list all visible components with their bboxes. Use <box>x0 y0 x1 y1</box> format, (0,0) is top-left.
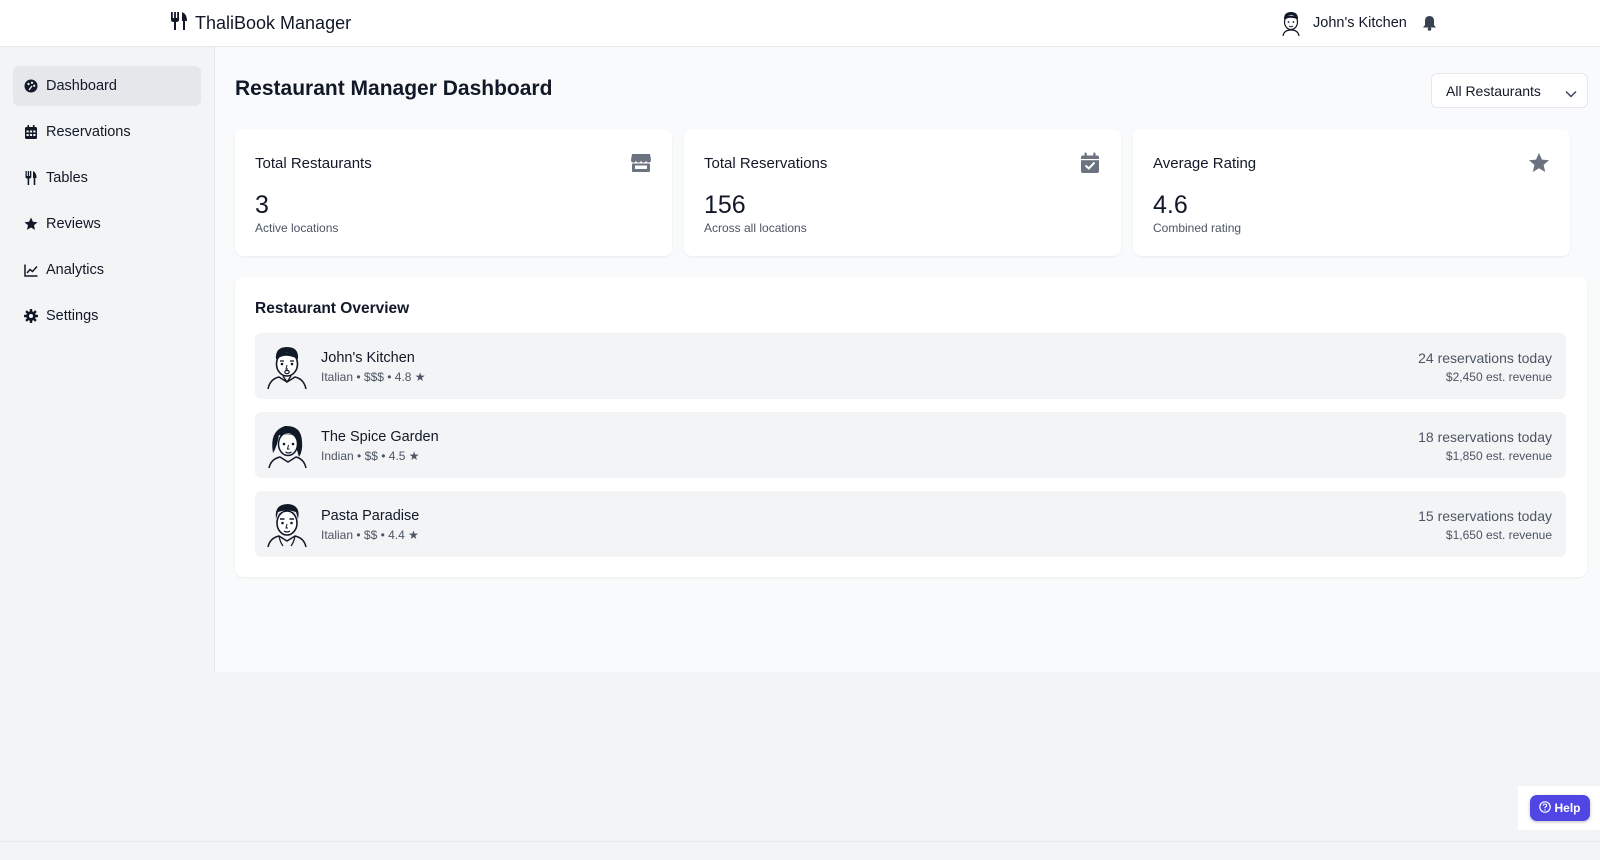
restaurant-row-pasta-paradise[interactable]: Pasta Paradise Italian • $$ • 4.4 ★ 15 r… <box>255 491 1566 557</box>
reservations-today: 18 reservations today <box>1418 429 1552 445</box>
restaurant-overview-panel: Restaurant Overview John's Kitchen Itali… <box>235 277 1587 577</box>
app-title: ThaliBook Manager <box>195 13 352 33</box>
woman-avatar <box>268 425 307 469</box>
restaurant-row-the-spice-garden[interactable]: The Spice Garden Indian • $$ • 4.5 ★ 18 … <box>255 412 1566 478</box>
stat-card-average-rating: Average Rating 4.6 Combined rating <box>1133 129 1570 256</box>
restaurant-meta: Italian • $$ • 4.4 ★ <box>321 528 419 542</box>
top-header: ThaliBook Manager John's Kitchen <box>0 0 1600 47</box>
restaurant-name: John's Kitchen <box>321 350 415 366</box>
sidebar-item-label: Reviews <box>46 216 101 232</box>
stat-subtitle: Combined rating <box>1153 221 1242 235</box>
stat-subtitle: Across all locations <box>704 221 807 235</box>
select-value: All Restaurants <box>1446 82 1541 99</box>
user-name: John's Kitchen <box>1313 15 1407 31</box>
restaurant-row-johns-kitchen[interactable]: John's Kitchen Italian • $$$ • 4.8 ★ 24 … <box>255 333 1566 399</box>
stat-value: 156 <box>704 191 746 219</box>
restaurant-meta: Indian • $$ • 4.5 ★ <box>321 449 420 463</box>
stat-title: Total Reservations <box>704 155 828 172</box>
help-label: Help <box>1554 801 1581 815</box>
help-button[interactable]: Help <box>1530 795 1590 821</box>
sidebar-item-reservations[interactable]: Reservations <box>13 112 201 152</box>
star-icon <box>24 217 38 231</box>
reservations-today: 24 reservations today <box>1418 350 1552 366</box>
page-title: Restaurant Manager Dashboard <box>235 77 553 100</box>
help-widget: Help <box>1518 786 1600 830</box>
restaurant-name: Pasta Paradise <box>321 508 420 524</box>
estimated-revenue: $1,850 est. revenue <box>1445 449 1552 463</box>
chevron-down-icon <box>1565 85 1577 101</box>
main-content: Restaurant Manager Dashboard All Restaur… <box>215 47 1600 672</box>
stat-card-total-reservations: Total Reservations 156 Across all locati… <box>684 129 1121 256</box>
chart-line-icon <box>24 263 38 277</box>
sidebar-item-analytics[interactable]: Analytics <box>13 250 201 290</box>
sidebar-item-dashboard[interactable]: Dashboard <box>13 66 201 106</box>
sidebar-item-label: Tables <box>46 170 88 186</box>
brand[interactable]: ThaliBook Manager <box>170 11 351 36</box>
gear-icon <box>24 309 38 323</box>
user-menu[interactable]: John's Kitchen <box>1278 9 1437 37</box>
calendar-icon <box>24 125 38 139</box>
man-avatar <box>267 504 307 548</box>
stat-title: Total Restaurants <box>255 155 372 172</box>
palette-icon <box>24 79 38 93</box>
calendar-check-icon <box>1081 152 1099 173</box>
store-icon <box>631 154 651 172</box>
chef-avatar <box>267 347 307 390</box>
restaurant-name: The Spice Garden <box>321 429 439 445</box>
sidebar-item-label: Dashboard <box>46 78 117 94</box>
question-circle-icon <box>1539 800 1552 816</box>
sidebar-item-settings[interactable]: Settings <box>13 296 201 336</box>
utensils-icon <box>170 11 188 36</box>
sidebar-item-label: Settings <box>46 308 99 324</box>
restaurant-meta: Italian • $$$ • 4.8 ★ <box>321 370 426 384</box>
utensils-icon <box>24 171 38 185</box>
stat-title: Average Rating <box>1153 155 1257 172</box>
sidebar-item-label: Reservations <box>46 124 131 140</box>
section-title: Restaurant Overview <box>255 300 410 317</box>
sidebar-item-label: Analytics <box>46 262 105 278</box>
stat-card-total-restaurants: Total Restaurants 3 Active locations <box>235 129 672 256</box>
estimated-revenue: $1,650 est. revenue <box>1445 528 1552 542</box>
reservations-today: 15 reservations today <box>1418 508 1552 524</box>
bell-icon[interactable] <box>1422 15 1437 31</box>
stat-subtitle: Active locations <box>255 221 339 235</box>
star-icon <box>1529 153 1549 172</box>
stat-value: 3 <box>255 191 269 219</box>
footer-divider <box>0 841 1600 842</box>
sidebar-item-reviews[interactable]: Reviews <box>13 204 201 244</box>
restaurant-filter-select[interactable]: All Restaurants <box>1431 73 1588 108</box>
sidebar: Dashboard Reservations Tables Reviews An… <box>0 47 215 672</box>
chef-avatar <box>1282 12 1300 37</box>
estimated-revenue: $2,450 est. revenue <box>1445 370 1552 384</box>
sidebar-item-tables[interactable]: Tables <box>13 158 201 198</box>
stat-value: 4.6 <box>1153 191 1188 219</box>
